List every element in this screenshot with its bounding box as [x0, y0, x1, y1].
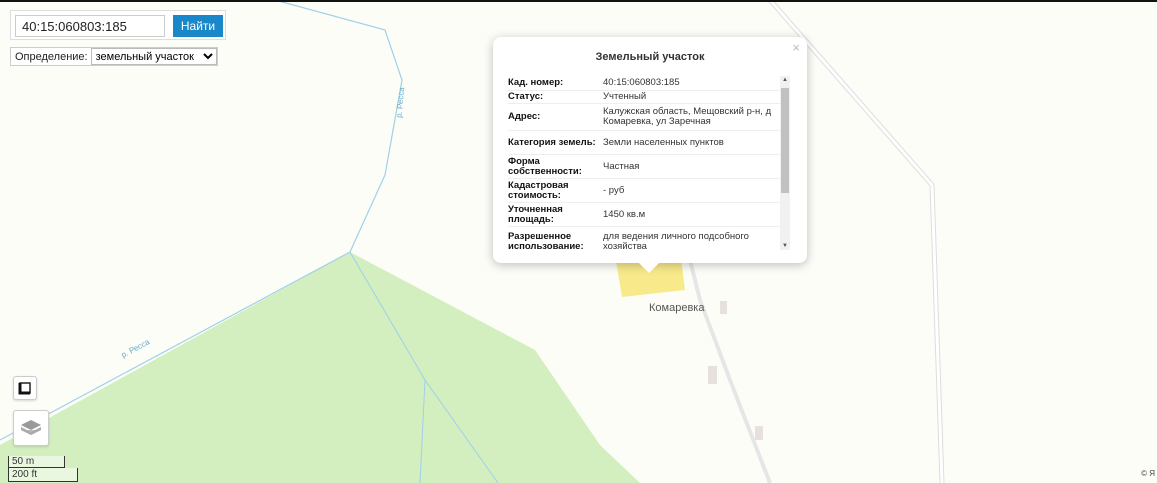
info-value: 40:15:060803:185: [603, 77, 680, 88]
search-button[interactable]: Найти: [173, 15, 223, 37]
fullscreen-button[interactable]: [13, 376, 37, 400]
info-row: Кад. номер: 40:15:060803:185: [508, 76, 780, 91]
info-row: Адрес: Калужская область, Мещовский р-н, …: [508, 104, 780, 131]
search-input[interactable]: [15, 15, 165, 37]
definition-select[interactable]: земельный участок: [90, 48, 217, 65]
info-value: Учтенный: [603, 91, 647, 102]
info-row: Кадастровая стоимость: - руб: [508, 179, 780, 203]
info-row: Уточненная площадь: 1450 кв.м: [508, 203, 780, 227]
building: [720, 301, 727, 314]
scrollbar-thumb[interactable]: [781, 88, 789, 193]
road: [688, 259, 772, 483]
scale-metric: 50 m: [8, 456, 65, 468]
info-row: Статус: Учтенный: [508, 91, 780, 104]
info-row: Форма собственности: Частная: [508, 155, 780, 179]
layers-icon: [21, 420, 41, 435]
layers-button[interactable]: [13, 410, 49, 446]
search-box: Найти: [10, 10, 226, 40]
info-value: 1450 кв.м: [603, 208, 646, 220]
info-row: Разрешенное использование: для ведения ли…: [508, 227, 780, 250]
top-border: [0, 0, 1157, 2]
info-value: для ведения личного подсобного хозяйства: [603, 230, 749, 250]
info-row: Категория земель: Земли населенных пункто…: [508, 131, 780, 155]
info-key: Категория земель:: [508, 136, 596, 148]
popup-title: Земельный участок: [595, 51, 705, 63]
info-value: Земли населенных пунктов: [603, 136, 724, 148]
scale-imperial: 200 ft: [8, 468, 78, 482]
scroll-down-icon[interactable]: ▼: [780, 243, 790, 249]
village-label: Комаревка: [649, 302, 705, 314]
info-table: Кад. номер: 40:15:060803:185 Статус: Учтенн…: [508, 76, 780, 250]
info-key: Разрешенное использование:: [508, 230, 584, 250]
forest-area: [0, 252, 640, 483]
building: [708, 366, 717, 384]
scroll-up-icon[interactable]: ▲: [780, 77, 790, 83]
close-icon[interactable]: ×: [792, 40, 800, 55]
info-key: Адрес:: [508, 111, 541, 122]
info-value: - руб: [603, 184, 625, 196]
scrollbar[interactable]: ▲ ▼: [780, 76, 790, 250]
info-popup: Земельный участок × Кад. номер: 40:15:060…: [493, 37, 807, 273]
definition-label: Определение:: [15, 50, 88, 63]
info-value: Калужская область, Мещовский р-н, д Кома…: [603, 106, 772, 127]
fullscreen-icon: [18, 382, 31, 395]
info-key: Кад. номер:: [508, 77, 564, 88]
info-key: Статус:: [508, 91, 544, 102]
definition-selector: Определение: земельный участок: [10, 47, 218, 66]
info-key: Уточненная площадь:: [508, 203, 563, 225]
copyright[interactable]: © Я: [1141, 469, 1155, 478]
info-key: Форма собственности:: [508, 155, 582, 177]
info-value: Частная: [603, 160, 640, 172]
info-key: Кадастровая стоимость:: [508, 179, 569, 201]
building: [755, 426, 763, 440]
